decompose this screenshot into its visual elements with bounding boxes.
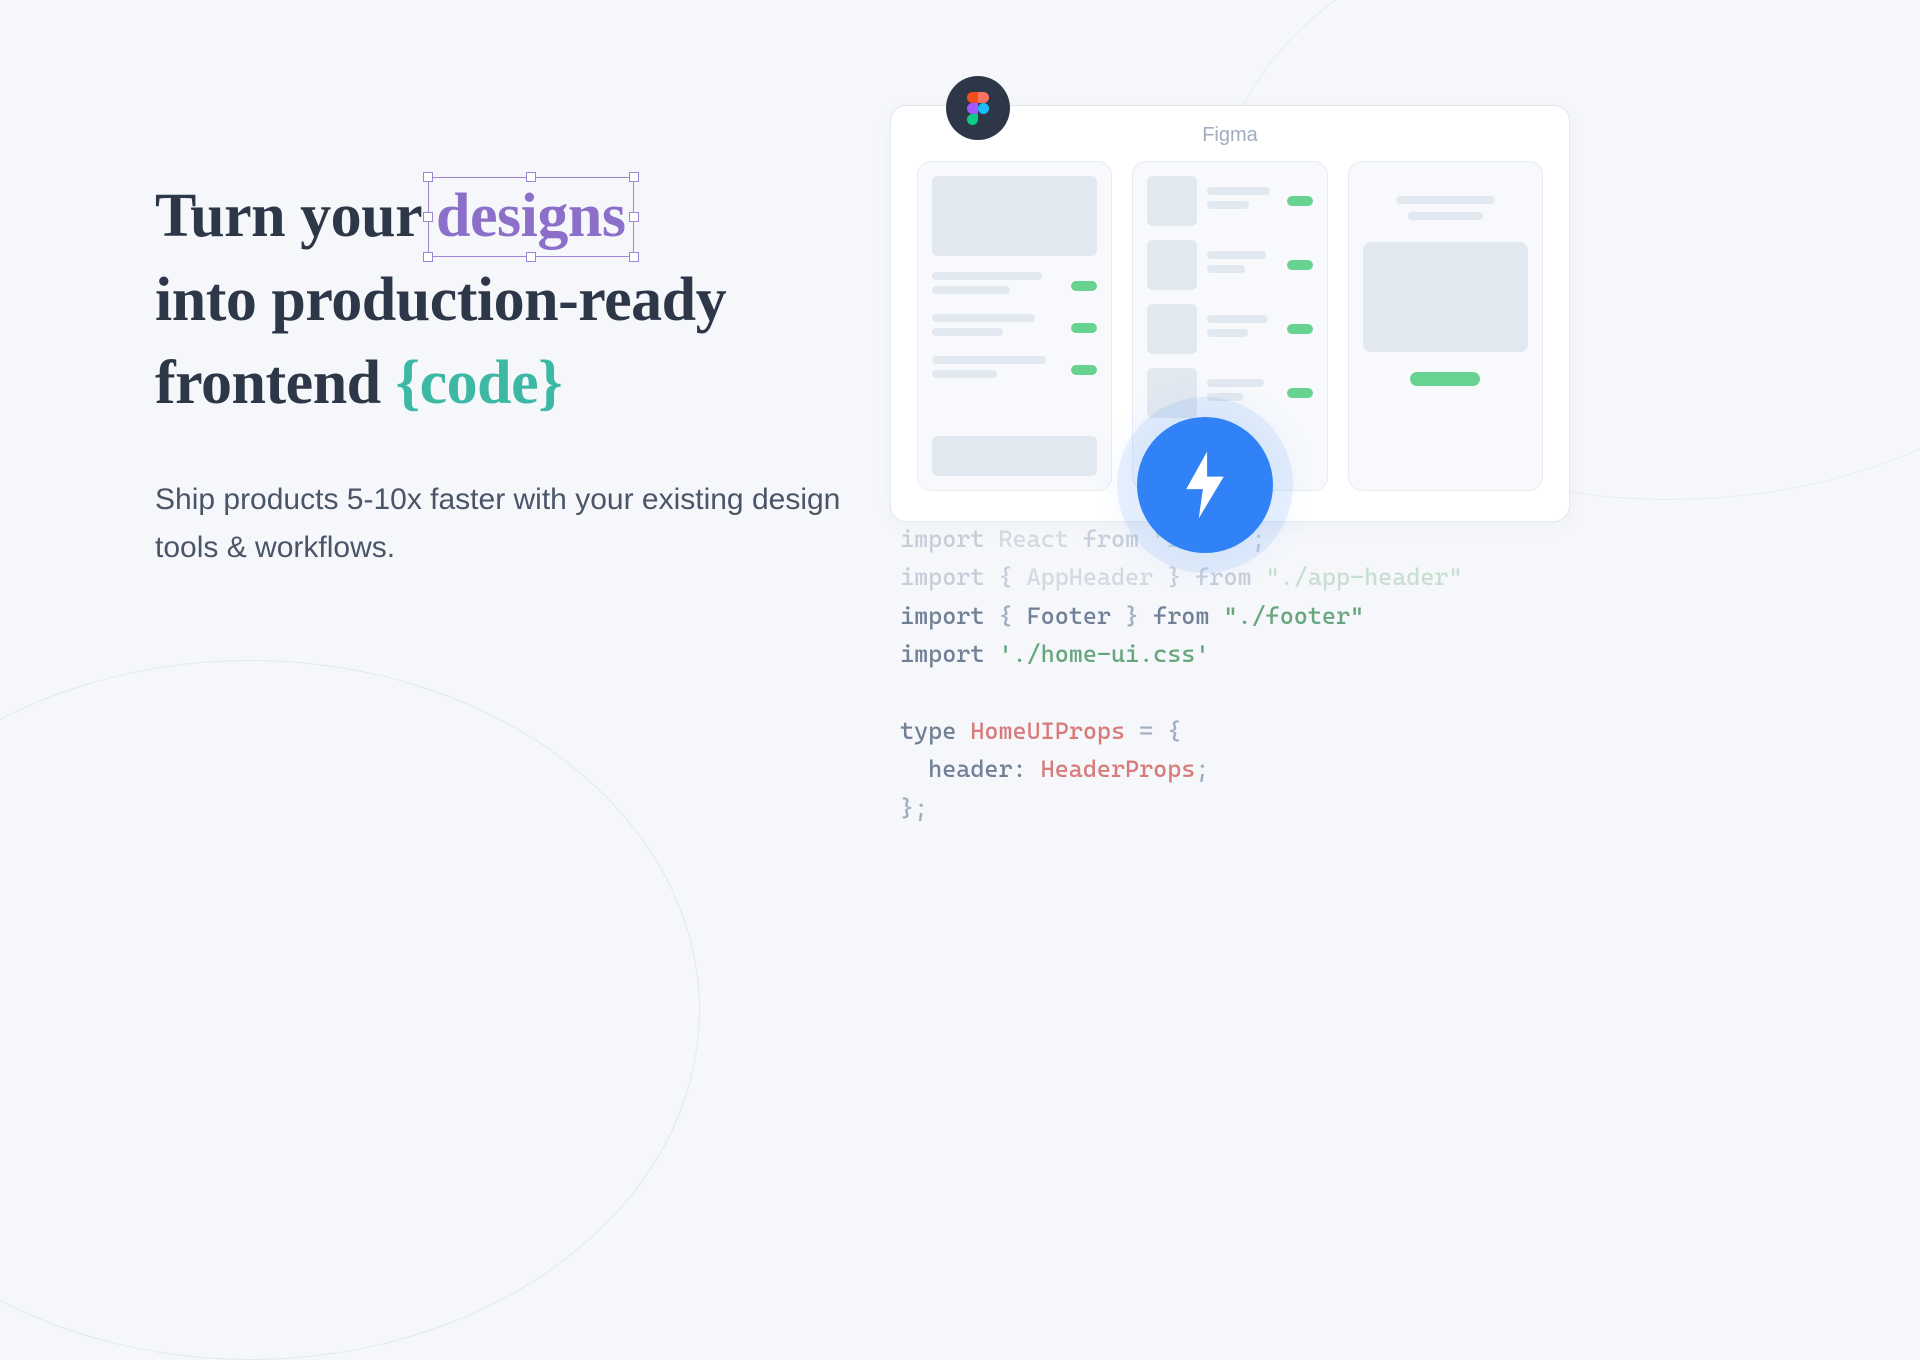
code-line: type HomeUIProps = { bbox=[900, 712, 1463, 750]
selection-handle-icon bbox=[526, 172, 536, 182]
hero-container: Turn your designs into production-ready … bbox=[0, 0, 1920, 960]
code-line: header: HeaderProps; bbox=[900, 750, 1463, 788]
hero-right: Figma bbox=[880, 0, 1920, 960]
skeleton-pill bbox=[1287, 324, 1313, 334]
code-line: import { Footer } from "./footer" bbox=[900, 597, 1463, 635]
skeleton-button bbox=[1410, 372, 1480, 386]
selection-handle-icon bbox=[629, 172, 639, 182]
lightning-bolt-icon bbox=[1180, 450, 1230, 520]
figma-badge bbox=[946, 76, 1010, 140]
code-line bbox=[900, 674, 1463, 712]
code-line: import './home-ui.css' bbox=[900, 635, 1463, 673]
hero-headline: Turn your designs into production-ready … bbox=[155, 175, 880, 426]
skeleton-hero bbox=[1363, 242, 1528, 352]
code-line: }; bbox=[900, 789, 1463, 827]
skeleton-pill bbox=[1071, 365, 1097, 375]
selection-handle-icon bbox=[629, 252, 639, 262]
headline-part3: frontend bbox=[155, 349, 381, 417]
selection-handle-icon bbox=[423, 172, 433, 182]
skeleton-pill bbox=[1071, 323, 1097, 333]
figma-frame-1 bbox=[917, 161, 1112, 491]
skeleton-thumb bbox=[1147, 304, 1197, 354]
code-text: {code} bbox=[396, 349, 562, 417]
selection-handle-icon bbox=[423, 212, 433, 222]
skeleton-pill bbox=[1071, 281, 1097, 291]
selection-handle-icon bbox=[629, 212, 639, 222]
selection-handle-icon bbox=[423, 252, 433, 262]
designs-selection-box: designs bbox=[430, 175, 631, 259]
figma-frame-3 bbox=[1348, 161, 1543, 491]
skeleton-line bbox=[1396, 196, 1495, 204]
headline-part2: into production-ready bbox=[155, 266, 726, 334]
headline-part1: Turn your bbox=[155, 182, 421, 250]
skeleton-hero bbox=[932, 176, 1097, 256]
figma-logo-icon bbox=[967, 92, 989, 124]
designs-text: designs bbox=[436, 182, 625, 250]
lightning-badge bbox=[1095, 375, 1315, 595]
hero-subheadline: Ship products 5-10x faster with your exi… bbox=[155, 476, 880, 572]
skeleton-footer bbox=[932, 436, 1097, 476]
hero-left: Turn your designs into production-ready … bbox=[0, 0, 880, 960]
skeleton-pill bbox=[1287, 260, 1313, 270]
selection-handle-icon bbox=[526, 252, 536, 262]
skeleton-thumb bbox=[1147, 176, 1197, 226]
skeleton-pill bbox=[1287, 196, 1313, 206]
skeleton-line bbox=[1408, 212, 1482, 220]
skeleton-thumb bbox=[1147, 240, 1197, 290]
